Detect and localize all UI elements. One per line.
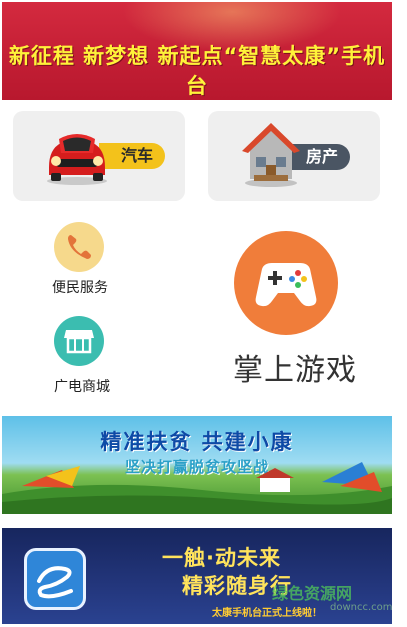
- car-icon: [47, 134, 107, 185]
- app-banner-line1: 一触·动未来: [162, 546, 281, 570]
- top-banner[interactable]: 新征程 新梦想 新起点“智慧太康”手机台: [2, 2, 392, 100]
- mall-label: 广电商城: [54, 379, 110, 395]
- game-label: 掌上游戏: [233, 353, 357, 388]
- watermark-url: downcc.com: [330, 602, 393, 613]
- top-banner-text: 新征程 新梦想 新起点“智慧太康”手机台: [8, 44, 386, 98]
- gamepad-icon: [255, 263, 317, 307]
- phone-icon-bg: [54, 222, 104, 272]
- game-service[interactable]: 掌上游戏: [205, 225, 385, 395]
- house-tile[interactable]: 房产: [208, 111, 380, 201]
- phone-icon: [68, 235, 91, 259]
- house-icon: [242, 123, 300, 187]
- mall-service[interactable]: 广电商城: [42, 316, 122, 396]
- swirl-logo-icon: [37, 566, 73, 599]
- app-logo: [24, 548, 86, 610]
- store-icon: [64, 330, 94, 354]
- convenience-label: 便民服务: [52, 280, 108, 296]
- gamepad-icon-bg: [234, 231, 338, 335]
- store-icon-bg: [54, 316, 104, 366]
- car-tile[interactable]: 汽车: [13, 111, 185, 201]
- convenience-service[interactable]: 便民服务: [40, 222, 120, 302]
- watermark-text: 绿色资源网: [272, 584, 353, 603]
- poverty-banner[interactable]: 精准扶贫 共建小康 坚决打赢脱贫攻坚战: [2, 416, 392, 514]
- landscape-art: [2, 462, 392, 514]
